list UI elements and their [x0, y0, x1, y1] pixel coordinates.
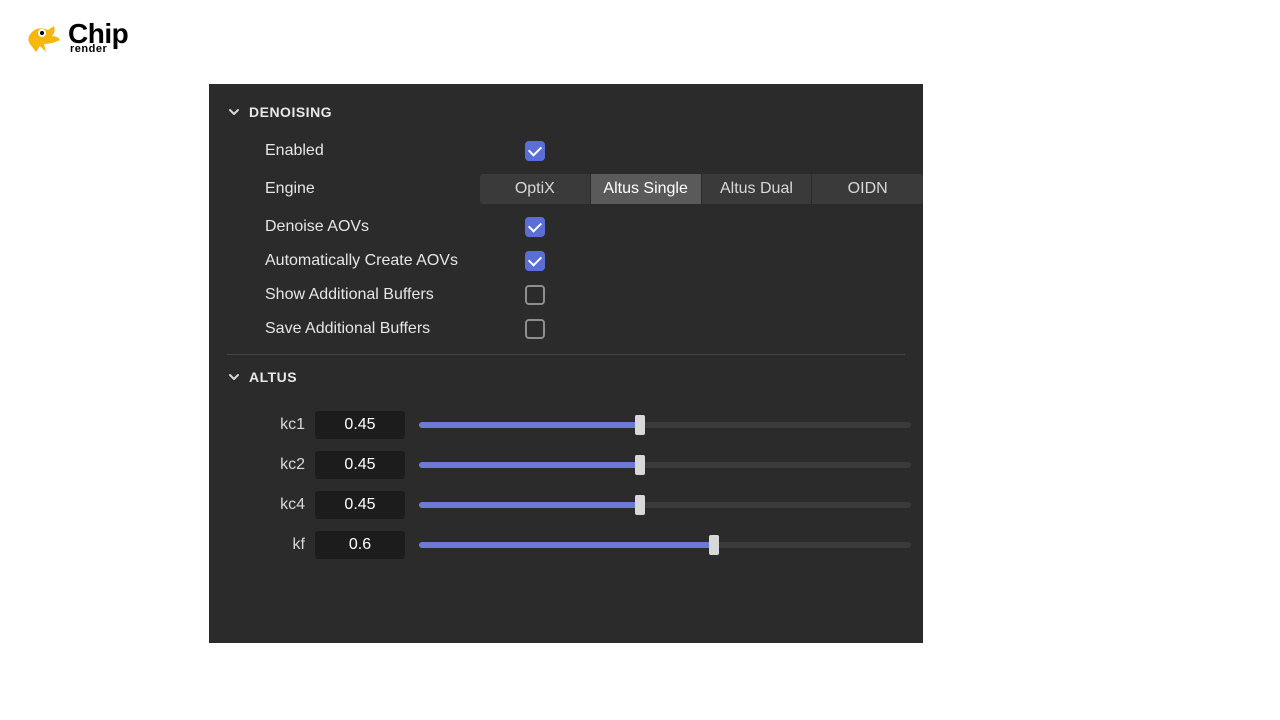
- engine-option-altus-single[interactable]: Altus Single: [591, 174, 702, 204]
- settings-panel: DENOISING Enabled Engine OptiX Altus Sin…: [209, 84, 923, 643]
- slider-fill: [419, 422, 640, 428]
- slider-label: kf: [265, 536, 305, 554]
- row-save-buffers: Save Additional Buffers: [209, 312, 923, 346]
- label-save-buffers: Save Additional Buffers: [265, 320, 525, 338]
- engine-option-optix[interactable]: OptiX: [480, 174, 591, 204]
- slider-row-kc4: kc4 0.45: [209, 485, 923, 525]
- logo: Chip render: [22, 18, 128, 58]
- logo-text: Chip render: [68, 21, 128, 54]
- slider-thumb[interactable]: [635, 415, 645, 435]
- checkbox-auto-create-aovs[interactable]: [525, 251, 545, 271]
- engine-option-altus-dual[interactable]: Altus Dual: [702, 174, 813, 204]
- label-enabled: Enabled: [265, 142, 525, 160]
- label-auto-create-aovs: Automatically Create AOVs: [265, 252, 525, 270]
- checkbox-show-buffers[interactable]: [525, 285, 545, 305]
- slider-thumb[interactable]: [635, 495, 645, 515]
- label-denoise-aovs: Denoise AOVs: [265, 218, 525, 236]
- slider-value-input[interactable]: 0.6: [315, 531, 405, 559]
- row-show-buffers: Show Additional Buffers: [209, 278, 923, 312]
- slider-fill: [419, 462, 640, 468]
- section-title-altus: ALTUS: [249, 369, 297, 385]
- slider-track[interactable]: [419, 422, 911, 428]
- section-header-denoising[interactable]: DENOISING: [209, 84, 923, 134]
- row-denoise-aovs: Denoise AOVs: [209, 210, 923, 244]
- slider-label: kc2: [265, 456, 305, 474]
- slider-track[interactable]: [419, 542, 911, 548]
- logo-bird-icon: [22, 18, 62, 58]
- checkbox-denoise-aovs[interactable]: [525, 217, 545, 237]
- altus-sliders: kc1 0.45 kc2 0.45 kc4 0.45 kf 0.: [209, 399, 923, 565]
- section-header-altus[interactable]: ALTUS: [209, 355, 923, 399]
- section-title-denoising: DENOISING: [249, 104, 332, 120]
- slider-row-kf: kf 0.6: [209, 525, 923, 565]
- label-engine: Engine: [265, 180, 480, 198]
- chevron-down-icon: [227, 105, 241, 119]
- slider-row-kc2: kc2 0.45: [209, 445, 923, 485]
- chevron-down-icon: [227, 370, 241, 384]
- slider-track[interactable]: [419, 502, 911, 508]
- checkbox-enabled[interactable]: [525, 141, 545, 161]
- engine-option-group: OptiX Altus Single Altus Dual OIDN: [480, 174, 923, 204]
- engine-option-oidn[interactable]: OIDN: [812, 174, 923, 204]
- slider-row-kc1: kc1 0.45: [209, 405, 923, 445]
- row-engine: Engine OptiX Altus Single Altus Dual OID…: [209, 168, 923, 210]
- slider-track[interactable]: [419, 462, 911, 468]
- slider-thumb[interactable]: [635, 455, 645, 475]
- slider-fill: [419, 542, 714, 548]
- slider-value-input[interactable]: 0.45: [315, 411, 405, 439]
- row-auto-create-aovs: Automatically Create AOVs: [209, 244, 923, 278]
- slider-label: kc4: [265, 496, 305, 514]
- slider-thumb[interactable]: [709, 535, 719, 555]
- label-show-buffers: Show Additional Buffers: [265, 286, 525, 304]
- slider-value-input[interactable]: 0.45: [315, 451, 405, 479]
- slider-label: kc1: [265, 416, 305, 434]
- slider-value-input[interactable]: 0.45: [315, 491, 405, 519]
- checkbox-save-buffers[interactable]: [525, 319, 545, 339]
- row-enabled: Enabled: [209, 134, 923, 168]
- slider-fill: [419, 502, 640, 508]
